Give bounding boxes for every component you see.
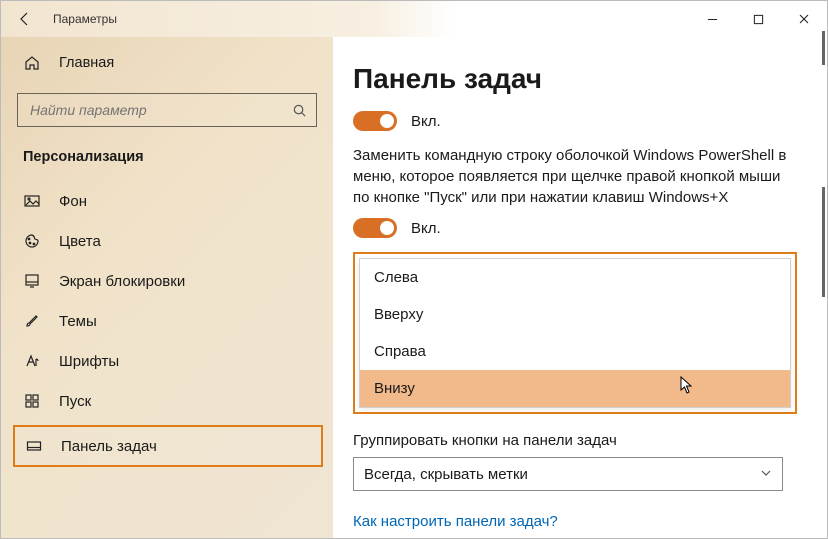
dropdown-option-right[interactable]: Справа [360,333,790,370]
toggle-2[interactable] [353,218,397,238]
sidebar-item-label: Пуск [59,393,91,410]
home-icon [23,54,41,72]
sidebar-section-title: Персонализация [1,137,333,173]
dropdown-option-left[interactable]: Слева [360,259,790,296]
close-button[interactable] [781,1,827,37]
powershell-description: Заменить командную строку оболочкой Wind… [353,145,793,208]
brush-icon [23,312,41,330]
sidebar-item-label: Темы [59,313,97,330]
sidebar-item-taskbar[interactable]: Панель задач [13,425,323,467]
taskbar-position-dropdown[interactable]: Слева Вверху Справа Внизу [359,258,791,408]
sidebar-item-start[interactable]: Пуск [1,381,333,421]
font-icon [23,352,41,370]
scrollbar-main[interactable] [822,187,825,297]
sidebar-item-themes[interactable]: Темы [1,301,333,341]
sidebar-home-label: Главная [59,55,114,71]
start-icon [23,392,41,410]
main-content: Панель задач Вкл. Заменить командную стр… [333,37,827,538]
sidebar-item-label: Шрифты [59,353,119,370]
sidebar-item-background[interactable]: Фон [1,181,333,221]
dropdown-option-top[interactable]: Вверху [360,296,790,333]
chevron-down-icon [760,468,772,480]
palette-icon [23,232,41,250]
group-buttons-label: Группировать кнопки на панели задач [353,432,797,449]
dropdown-option-bottom[interactable]: Внизу [360,370,790,407]
sidebar-home[interactable]: Главная [1,43,333,83]
sidebar-item-fonts[interactable]: Шрифты [1,341,333,381]
minimize-button[interactable] [689,1,735,37]
search-input-wrapper[interactable] [17,93,317,127]
sidebar-item-label: Экран блокировки [59,273,185,290]
picture-icon [23,192,41,210]
toggle-1-label: Вкл. [411,113,441,130]
sidebar: Главная Персонализация Фон [1,37,333,538]
sidebar-item-lockscreen[interactable]: Экран блокировки [1,261,333,301]
toggle-2-label: Вкл. [411,220,441,237]
sidebar-item-label: Цвета [59,233,101,250]
mouse-cursor-icon [680,376,694,398]
lockscreen-icon [23,272,41,290]
sidebar-item-label: Фон [59,193,87,210]
page-title: Панель задач [353,63,797,95]
toggle-1[interactable] [353,111,397,131]
back-button[interactable] [1,1,49,37]
maximize-button[interactable] [735,1,781,37]
sidebar-item-label: Панель задач [61,438,157,455]
search-icon [290,103,308,118]
group-buttons-combobox[interactable]: Всегда, скрывать метки [353,457,783,491]
sidebar-item-colors[interactable]: Цвета [1,221,333,261]
dropdown-option-bottom-label: Внизу [374,380,415,397]
search-input[interactable] [28,101,290,119]
titlebar: Параметры [1,1,827,37]
help-link[interactable]: Как настроить панели задач? [353,513,797,530]
group-buttons-value: Всегда, скрывать метки [364,466,528,483]
window-title: Параметры [49,12,117,26]
taskbar-position-dropdown-highlight: Слева Вверху Справа Внизу [353,252,797,414]
taskbar-icon [25,437,43,455]
